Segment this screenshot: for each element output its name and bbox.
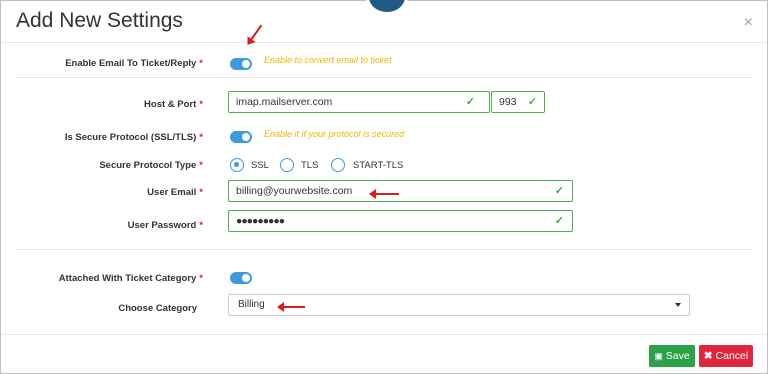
choose-category-label: Choose Category [41, 303, 197, 314]
port-value: 993 [499, 96, 517, 108]
floppy-disk-icon: ▣ [654, 351, 663, 361]
secure-protocol-label-text: Is Secure Protocol (SSL/TLS) [64, 132, 197, 143]
modal-title: Add New Settings [16, 9, 183, 32]
check-icon: ✓ [465, 96, 475, 108]
enable-email-label-text: Enable Email To Ticket/Reply [65, 58, 197, 69]
user-password-label: User Password * [41, 220, 203, 231]
radio-tls[interactable] [280, 158, 294, 172]
host-port-label: Host & Port * [41, 99, 203, 110]
category-select[interactable]: Billing [228, 294, 690, 316]
close-icon[interactable]: × [744, 14, 753, 32]
divider [16, 77, 753, 78]
save-button[interactable]: ▣ Save [649, 345, 695, 367]
required-marker: * [199, 160, 203, 171]
user-email-value: billing@yourwebsite.com [236, 185, 353, 197]
secure-protocol-toggle[interactable] [230, 131, 252, 143]
required-marker: * [199, 187, 203, 198]
port-input[interactable]: 993 ✓ [491, 91, 545, 113]
host-input[interactable]: imap.mailserver.com ✓ [228, 91, 490, 113]
annotation-arrow [369, 189, 399, 199]
save-label: Save [665, 350, 690, 362]
protocol-type-label-text: Secure Protocol Type [99, 160, 197, 171]
user-password-value: ●●●●●●●●● [236, 215, 285, 227]
protocol-type-label: Secure Protocol Type * [41, 160, 203, 171]
user-email-label-text: User Email [147, 187, 197, 198]
x-icon: ✖ [703, 350, 713, 362]
attached-category-label-text: Attached With Ticket Category [58, 273, 197, 284]
secure-protocol-hint: Enable it if your protocol is secured [264, 129, 405, 139]
required-marker: * [199, 220, 203, 231]
radio-tls-label: TLS [301, 160, 319, 171]
check-icon: ✓ [554, 215, 564, 227]
enable-email-label: Enable Email To Ticket/Reply * [41, 58, 203, 69]
host-port-label-text: Host & Port [144, 99, 197, 110]
attached-category-label: Attached With Ticket Category * [21, 273, 203, 284]
modal-header: Add New Settings × [1, 1, 767, 43]
radio-start-tls[interactable] [331, 158, 345, 172]
required-marker: * [199, 273, 203, 284]
enable-email-toggle[interactable] [230, 58, 252, 70]
radio-start-tls-label: START-TLS [353, 160, 404, 171]
category-value: Billing [238, 299, 265, 310]
user-password-input[interactable]: ●●●●●●●●● ✓ [228, 210, 573, 232]
required-marker: * [199, 58, 203, 69]
user-email-label: User Email * [41, 187, 203, 198]
required-marker: * [199, 132, 203, 143]
secure-protocol-label: Is Secure Protocol (SSL/TLS) * [31, 132, 203, 143]
radio-ssl-label: SSL [251, 160, 269, 171]
settings-modal: Add New Settings × Enable Email To Ticke… [0, 0, 768, 374]
radio-ssl[interactable] [230, 158, 244, 172]
required-marker: * [199, 99, 203, 110]
choose-category-label-text: Choose Category [118, 303, 197, 314]
check-icon: ✓ [554, 185, 564, 197]
cancel-label: Cancel [715, 350, 749, 362]
user-password-label-text: User Password [127, 220, 197, 231]
toggle-knob [242, 133, 250, 141]
attached-category-toggle[interactable] [230, 272, 252, 284]
cancel-button[interactable]: ✖ Cancel [699, 345, 753, 367]
host-value: imap.mailserver.com [236, 96, 333, 108]
divider [16, 249, 753, 250]
enable-email-hint: Enable to convert email to ticket [264, 55, 392, 65]
user-email-input[interactable]: billing@yourwebsite.com ✓ [228, 180, 573, 202]
toggle-knob [242, 60, 250, 68]
toggle-knob [242, 274, 250, 282]
check-icon: ✓ [527, 96, 537, 108]
caret-down-icon [675, 303, 681, 307]
annotation-arrow [277, 302, 305, 312]
